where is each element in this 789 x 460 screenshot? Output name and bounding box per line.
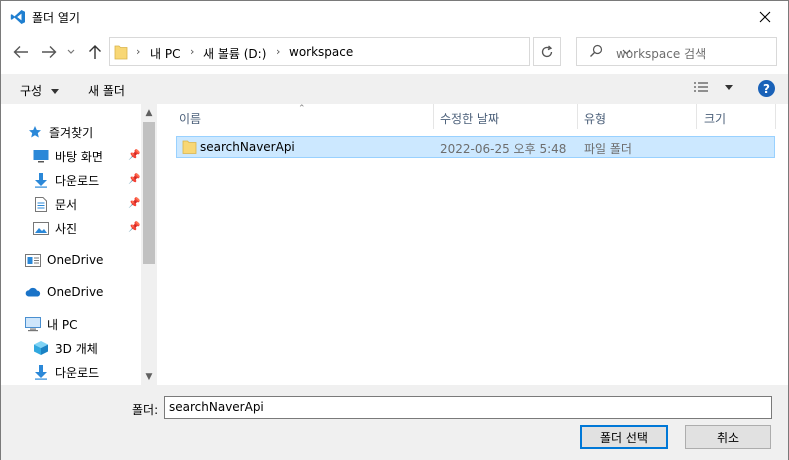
up-button[interactable] xyxy=(85,42,105,62)
pin-icon: 📌 xyxy=(128,150,141,161)
breadcrumb-my-pc[interactable]: 내 PC xyxy=(150,45,180,62)
forward-button[interactable] xyxy=(39,42,59,62)
breadcrumb-separator-icon: › xyxy=(276,45,281,58)
scroll-up-icon[interactable]: ▲ xyxy=(141,104,157,121)
recent-locations-button[interactable] xyxy=(64,42,78,62)
command-bar: 구성 새 폴더 ? xyxy=(1,74,788,104)
sort-ascending-icon: ⌃ xyxy=(298,104,306,114)
folder-icon xyxy=(114,44,128,63)
folder-dialog: 폴더 열기 › 내 PC › 새 볼륨 (D:) › workspace wor… xyxy=(0,0,789,460)
dropdown-arrow-icon xyxy=(50,89,59,94)
nav-item-this-pc[interactable]: 내 PC xyxy=(25,314,157,334)
nav-item-label: OneDrive xyxy=(47,253,104,267)
chevron-down-icon xyxy=(67,49,75,54)
organize-button[interactable]: 구성 xyxy=(20,82,59,99)
column-header-name[interactable]: 이름 xyxy=(179,104,201,129)
nav-item-3d-objects[interactable]: 3D 개체 xyxy=(33,338,157,358)
folder-icon xyxy=(182,139,197,158)
folder-name-input[interactable]: searchNaverApi xyxy=(164,396,772,419)
onedrive-business-icon xyxy=(25,252,41,268)
arrow-right-icon xyxy=(42,46,57,58)
search-icon xyxy=(589,44,603,61)
nav-item-label: 즐겨찾기 xyxy=(49,125,94,140)
column-header-type[interactable]: 유형 xyxy=(584,104,606,129)
title-bar: 폴더 열기 xyxy=(1,1,788,32)
3d-objects-icon xyxy=(33,340,49,356)
onedrive-icon xyxy=(25,284,41,300)
nav-item-onedrive-business[interactable]: OneDrive xyxy=(25,250,157,270)
file-type: 파일 폴더 xyxy=(584,142,632,156)
arrow-left-icon xyxy=(13,46,28,58)
address-bar[interactable]: › 내 PC › 새 볼륨 (D:) › workspace xyxy=(109,37,630,66)
column-header-size[interactable]: 크기 xyxy=(704,104,726,129)
picture-icon xyxy=(33,220,49,236)
breadcrumb-volume-d[interactable]: 새 볼륨 (D:) xyxy=(203,45,266,62)
file-name: searchNaverApi xyxy=(200,140,295,154)
back-button[interactable] xyxy=(11,42,31,62)
nav-item-label: 다운로드 xyxy=(55,173,100,188)
desktop-icon xyxy=(33,148,49,164)
scroll-down-icon[interactable]: ▼ xyxy=(141,368,157,385)
nav-item-label: 문서 xyxy=(55,197,78,212)
window-title: 폴더 열기 xyxy=(32,11,80,25)
column-divider[interactable] xyxy=(433,104,434,129)
file-modified: 2022-06-25 오후 5:48 xyxy=(440,142,567,156)
download-icon xyxy=(33,364,49,380)
scrollbar-thumb[interactable] xyxy=(143,122,155,264)
pin-icon: 📌 xyxy=(128,222,141,233)
help-icon[interactable]: ? xyxy=(758,80,775,97)
search-box[interactable]: workspace 검색 xyxy=(576,37,777,66)
organize-label: 구성 xyxy=(20,84,43,98)
close-button[interactable] xyxy=(742,1,788,32)
pc-icon xyxy=(25,316,41,332)
column-divider[interactable] xyxy=(577,104,578,129)
document-icon xyxy=(33,196,49,212)
table-row[interactable]: searchNaverApi 2022-06-25 오후 5:48 파일 폴더 xyxy=(176,136,775,158)
close-icon xyxy=(759,11,771,22)
nav-item-label: 다운로드 xyxy=(55,365,100,380)
navigation-scrollbar[interactable]: ▲ ▼ xyxy=(141,104,157,385)
column-divider[interactable] xyxy=(775,104,776,129)
nav-item-label: 내 PC xyxy=(47,317,78,332)
details-view-icon xyxy=(694,82,708,92)
nav-item-label: 바탕 화면 xyxy=(55,149,103,164)
column-header-modified[interactable]: 수정한 날짜 xyxy=(440,104,499,129)
nav-item-label: OneDrive xyxy=(47,285,104,299)
nav-item-quick-access[interactable]: 즐겨찾기 xyxy=(27,122,157,142)
breadcrumb-separator-icon: › xyxy=(190,45,195,58)
download-icon xyxy=(33,172,49,188)
search-placeholder: workspace 검색 xyxy=(616,47,707,61)
nav-item-label: 3D 개체 xyxy=(55,341,98,356)
folder-name-label: 폴더: xyxy=(132,403,159,417)
nav-item-label: 사진 xyxy=(55,221,78,236)
arrow-up-icon xyxy=(89,45,101,59)
pin-icon: 📌 xyxy=(128,198,141,209)
nav-item-onedrive[interactable]: OneDrive xyxy=(25,282,157,302)
navigation-pane: 즐겨찾기 바탕 화면 📌 다운로드 📌 문서 📌 사진 📌 OneDrive O… xyxy=(1,104,157,385)
pin-icon: 📌 xyxy=(128,174,141,185)
dropdown-arrow-icon xyxy=(724,85,733,90)
breadcrumb-separator-icon: › xyxy=(136,45,141,58)
breadcrumb-workspace[interactable]: workspace xyxy=(289,45,353,59)
new-folder-button[interactable]: 새 폴더 xyxy=(88,82,125,99)
bottom-panel: 폴더: searchNaverApi 폴더 선택 취소 xyxy=(1,385,788,460)
column-divider[interactable] xyxy=(696,104,697,129)
refresh-button[interactable] xyxy=(533,37,561,66)
select-folder-button[interactable]: 폴더 선택 xyxy=(580,425,668,449)
cancel-button[interactable]: 취소 xyxy=(685,425,771,449)
star-icon xyxy=(27,124,43,140)
refresh-icon xyxy=(541,45,553,57)
vscode-icon xyxy=(10,9,26,25)
view-options-button[interactable] xyxy=(693,81,733,96)
nav-item-downloads-pc[interactable]: 다운로드 xyxy=(33,362,157,382)
file-list: ⌃ 이름 수정한 날짜 유형 크기 searchNaverApi 2022-06… xyxy=(157,104,788,385)
